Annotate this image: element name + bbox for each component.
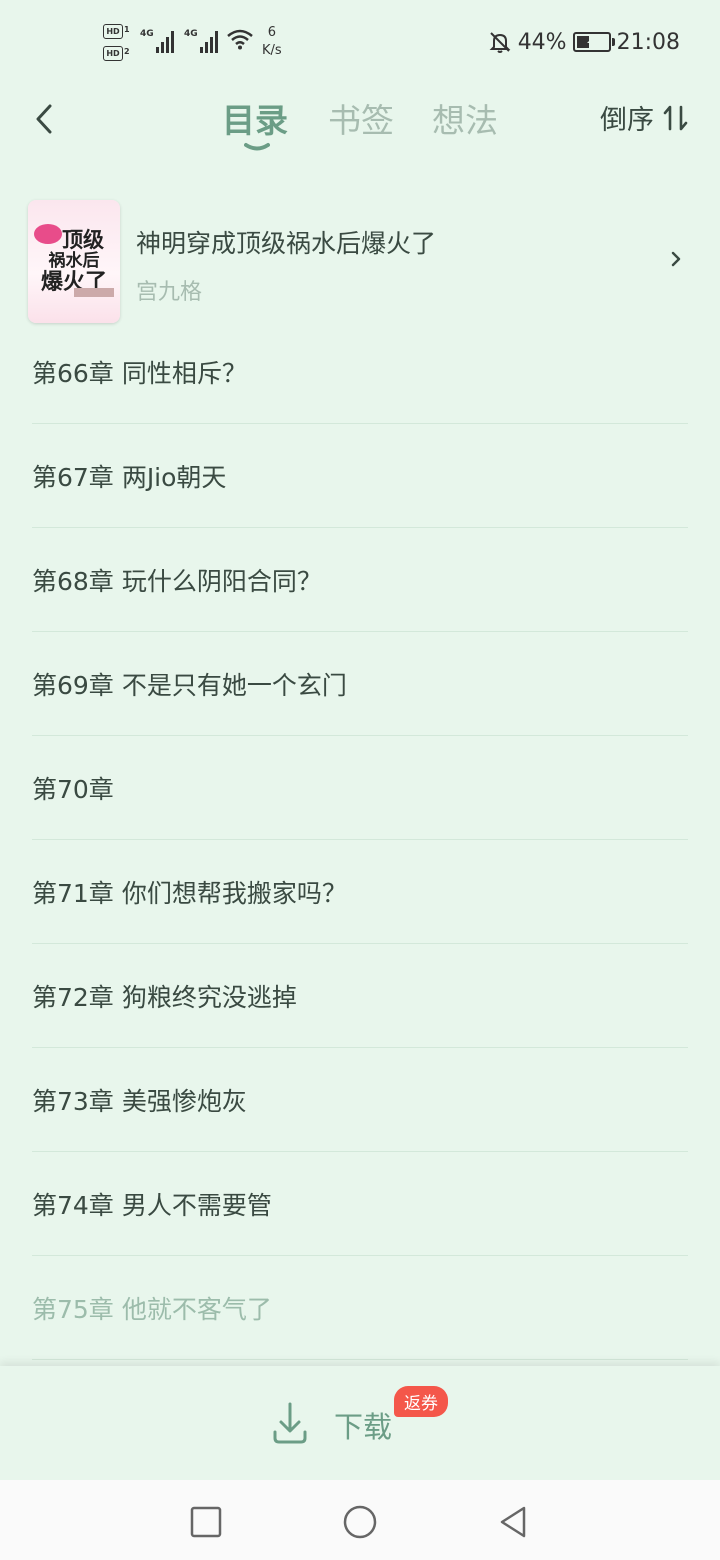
system-nav-bar: [0, 1480, 720, 1560]
hd-indicator-1: HD: [103, 24, 123, 39]
chapter-item[interactable]: 第73章 美强惨炮灰: [32, 1048, 688, 1152]
battery-percent: 44%: [517, 29, 567, 55]
sort-order-icon: [663, 105, 688, 130]
network-speed: 6 K/s: [262, 25, 282, 58]
recent-apps-icon[interactable]: [186, 1502, 226, 1542]
sort-label: 倒序: [600, 105, 654, 136]
tab-bookmarks[interactable]: 书签: [328, 94, 394, 142]
mute-bell-icon: [489, 32, 511, 53]
hd-indicator-2-sub: 2: [124, 47, 130, 56]
chapter-item[interactable]: 第66章 同性相斥？: [32, 320, 688, 424]
book-author: 宫九格: [136, 280, 203, 305]
clock: 21:08: [616, 29, 680, 55]
chapter-item[interactable]: 第67章 两Jio朝天: [32, 424, 688, 528]
bottom-action-bar: 下载 返券: [0, 1366, 720, 1480]
chapter-list: 第66章 同性相斥？ 第67章 两Jio朝天 第68章 玩什么阴阳合同？ 第69章 不是…: [32, 320, 688, 1360]
chapter-item[interactable]: 第72章 狗粮终究没逃掉: [32, 944, 688, 1048]
tab-notes[interactable]: 想法: [432, 94, 498, 142]
chapter-item[interactable]: 第74章 男人不需要管: [32, 1152, 688, 1256]
book-info-card[interactable]: 顶级 祸水后 爆火了 神明穿成顶级祸水后爆火了 宫九格: [28, 200, 692, 324]
book-cover-image: 顶级 祸水后 爆火了: [28, 200, 120, 323]
download-button[interactable]: 下载 返券: [272, 1386, 472, 1454]
sort-toggle-button[interactable]: 倒序: [600, 98, 690, 137]
chapter-item[interactable]: 第71章 你们想帮我搬家吗？: [32, 840, 688, 944]
status-bar: HD 1 HD 2 4G 4G 6 K/s 44% 21:08: [0, 0, 720, 84]
download-icon: [273, 1402, 307, 1444]
app-header: 目录 书签 想法 倒序: [0, 84, 720, 164]
battery-icon: [572, 32, 615, 52]
home-icon[interactable]: [340, 1502, 380, 1542]
signal-icon-1: 4G: [140, 27, 176, 53]
tab-catalog[interactable]: 目录: [222, 94, 288, 142]
nav-back-icon[interactable]: [494, 1502, 534, 1542]
download-label: 下载: [334, 1410, 393, 1444]
hd-indicator-2: HD: [103, 46, 123, 61]
back-arrow-icon[interactable]: [30, 94, 60, 144]
book-title: 神明穿成顶级祸水后爆火了: [136, 229, 437, 258]
hd-indicator-1-sub: 1: [124, 25, 130, 34]
coupon-badge: 返券: [394, 1386, 448, 1417]
wifi-icon: [227, 29, 253, 50]
tab-active-indicator: [244, 143, 270, 151]
chapter-item[interactable]: 第70章: [32, 736, 688, 840]
chapter-item[interactable]: 第69章 不是只有她一个玄门: [32, 632, 688, 736]
signal-icon-2: 4G: [184, 27, 220, 53]
chapter-item-current[interactable]: 第75章 他就不客气了: [32, 1256, 688, 1360]
chapter-item[interactable]: 第68章 玩什么阴阳合同？: [32, 528, 688, 632]
chevron-right-icon: [671, 251, 681, 267]
